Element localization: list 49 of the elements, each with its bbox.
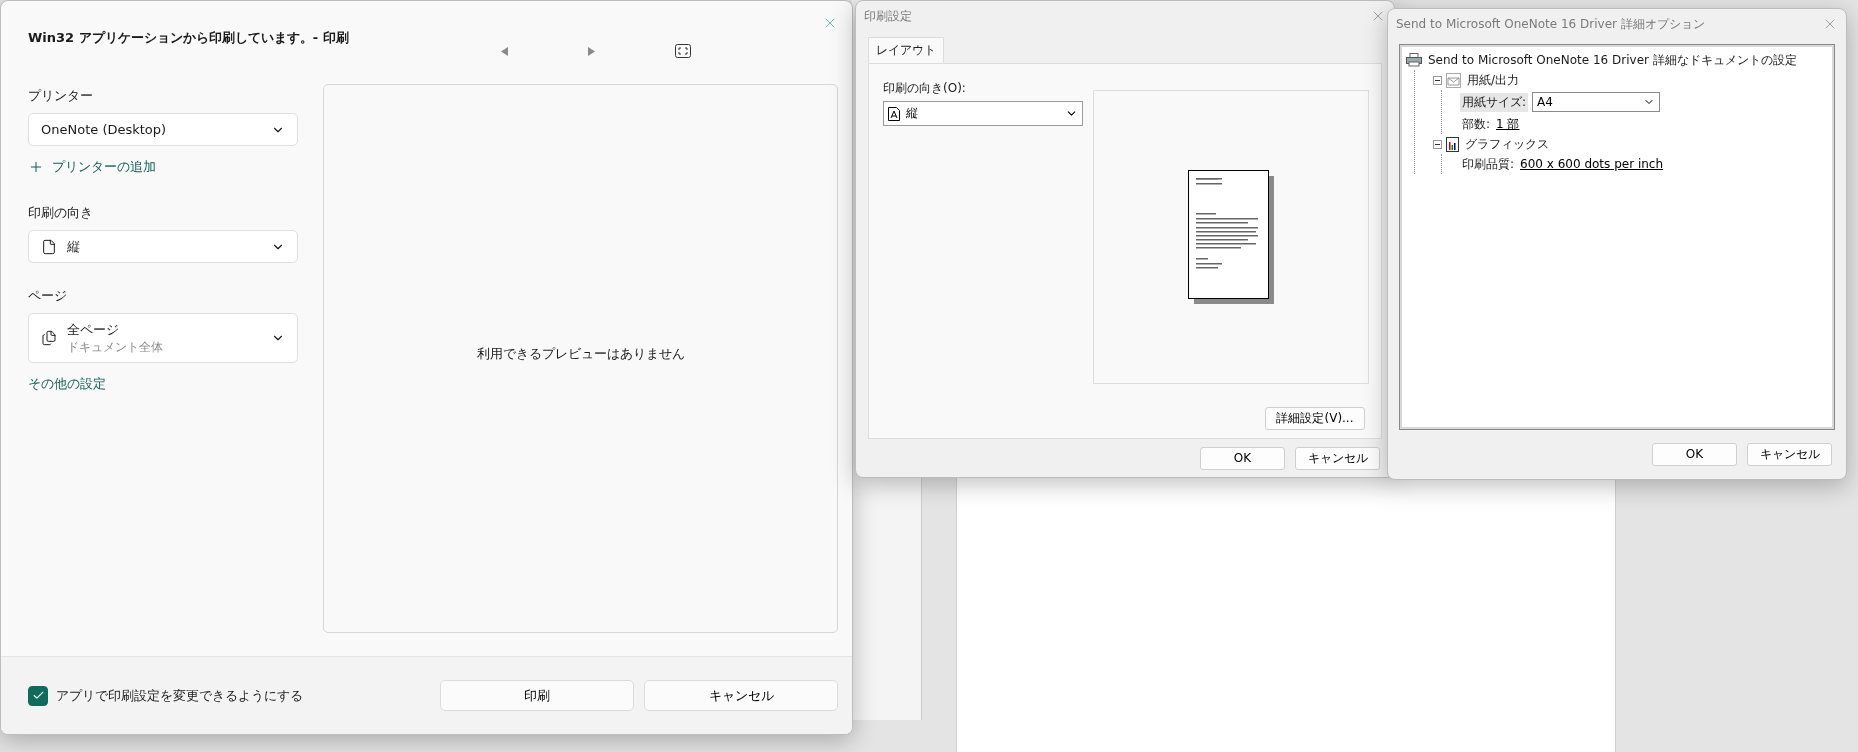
advanced-button[interactable]: 詳細設定(V)... [1265,407,1365,430]
dialog-title: 印刷設定 [864,7,912,25]
cancel-button[interactable]: キャンセル [1295,446,1380,470]
envelope-icon [1446,72,1461,88]
tree-item[interactable]: 用紙/出力 [1465,70,1522,90]
setting-label[interactable]: 部数: [1460,114,1493,134]
field-label: 印刷の向き [28,204,94,222]
next-page-button[interactable] [588,46,595,56]
collapse-toggle[interactable] [1433,139,1442,149]
ok-button[interactable]: OK [1200,446,1285,470]
tab[interactable]: レイアウト [868,37,944,63]
setting-value-link[interactable]: 600 x 600 dots per inch [1520,157,1664,171]
printer-icon [1406,53,1422,67]
paper-size-select[interactable]: A4 [1532,92,1661,112]
print-button[interactable]: 印刷 [440,680,634,711]
ok-button[interactable]: OK [1652,442,1737,466]
left-triangle-icon [501,46,508,56]
more-settings-link[interactable]: その他の設定 [28,375,298,393]
orientation-select[interactable]: 縦 [883,101,1083,126]
field-label: ページ [28,287,68,305]
previous-page-button[interactable] [501,46,508,56]
collapse-toggle[interactable] [1433,75,1442,85]
tree-item[interactable]: グラフィックス [1463,134,1551,154]
field-label: 印刷の向き(O): [883,80,967,97]
orientation-select[interactable]: 縦 [28,230,298,263]
check-icon [31,689,45,702]
fit-frame-icon [675,44,691,58]
documents-icon [41,330,57,346]
pages-select[interactable]: 全ページ ドキュメント全体 [28,313,298,363]
portrait-page-icon [888,106,900,121]
tree-item[interactable]: Send to Microsoft OneNote 16 Driver 詳細なドキュメントの設定 [1426,50,1799,70]
dialog-title: Send to Microsoft OneNote 16 Driver 詳細オプション [1396,15,1705,33]
checkbox[interactable] [28,685,48,706]
chart-icon [1446,136,1459,152]
document-icon [41,238,57,255]
field-label: プリンター [28,87,94,105]
preview-message: 利用できるプレビューはありません [476,344,685,363]
plus-icon [28,159,44,175]
setting-value-link[interactable]: 1 部 [1496,115,1520,133]
dialog-title: Win32 アプリケーションから印刷しています。- 印刷 [28,29,349,47]
setting-label[interactable]: 用紙サイズ: [1460,92,1529,112]
checkbox-label: アプリで印刷設定を変更できるようにする [56,686,303,705]
add-printer-link[interactable]: プリンターの追加 [28,158,298,176]
cancel-button[interactable]: キャンセル [1747,442,1832,466]
printer-select[interactable]: OneNote (Desktop) [28,113,298,146]
cancel-button[interactable]: キャンセル [644,680,838,711]
right-triangle-icon [588,46,595,56]
fit-page-button[interactable] [675,44,691,58]
setting-label[interactable]: 印刷品質: [1460,154,1517,174]
